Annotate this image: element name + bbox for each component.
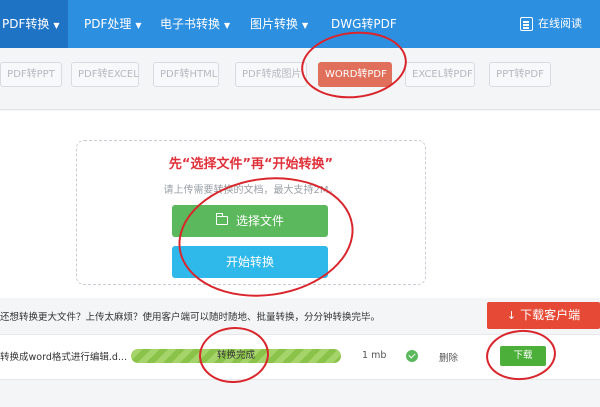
page-footer-space [0, 381, 600, 407]
client-info-text: 还想转换更大文件？上传太麻烦？使用客户端可以随时随地、批量转换，分分钟转换完毕。 [0, 312, 381, 323]
top-nav: PDF转换 ▼ PDF处理 ▼ 电子书转换 ▼ 图片转换 ▼ DWG转PDF 在线阅读 [0, 0, 600, 48]
download-button[interactable]: 下载 [500, 346, 546, 366]
upload-title: 先“选择文件”再“开始转换” [168, 157, 334, 172]
file-name: 转换成word格式进行编辑.d... [0, 352, 127, 363]
download-arrow-icon: ↓ [506, 309, 517, 322]
tab-excel-to-pdf[interactable]: EXCEL转PDF [405, 62, 475, 87]
start-convert-button[interactable]: 开始转换 [172, 246, 328, 278]
nav-item-label: DWG转PDF [331, 17, 397, 31]
online-read-label: 在线阅读 [538, 17, 582, 30]
document-icon [520, 17, 533, 31]
nav-item-dwg-to-pdf[interactable]: DWG转PDF [331, 0, 397, 48]
page-root: PDF转换 ▼ PDF处理 ▼ 电子书转换 ▼ 图片转换 ▼ DWG转PDF 在线阅读 … [0, 0, 600, 407]
folder-icon [215, 213, 228, 225]
upload-hint: 请上传需要转换的文档，最大支持2M。 [163, 185, 339, 196]
conversion-subtabs: PDF转PPT PDF转EXCEL PDF转HTML PDF转成图片 WORD转… [0, 48, 600, 110]
tab-pdf-to-excel[interactable]: PDF转EXCEL [71, 62, 139, 87]
check-icon [406, 350, 418, 362]
nav-item-image-convert[interactable]: 图片转换 ▼ [250, 0, 308, 48]
tab-word-to-pdf[interactable]: WORD转PDF [318, 62, 392, 87]
nav-item-pdf-convert[interactable]: PDF转换 ▼ [0, 0, 68, 48]
download-client-button[interactable]: ↓ 下载客户端 [487, 302, 600, 329]
tab-ppt-to-pdf[interactable]: PPT转PDF [489, 62, 551, 87]
tab-pdf-to-html[interactable]: PDF转HTML [153, 62, 219, 87]
chevron-down-icon: ▼ [53, 21, 60, 30]
delete-link[interactable]: 删除 [439, 350, 458, 364]
download-client-label: 下载客户端 [520, 308, 581, 322]
nav-item-label: 电子书转换 [160, 17, 221, 31]
tab-pdf-to-image[interactable]: PDF转成图片 [235, 62, 307, 87]
tab-pdf-to-ppt[interactable]: PDF转PPT [0, 62, 62, 87]
online-read-link[interactable]: 在线阅读 [520, 0, 582, 48]
progress-status: 转换完成 [216, 350, 255, 361]
select-file-label: 选择文件 [235, 214, 284, 228]
nav-item-label: PDF处理 [84, 17, 132, 31]
select-file-button[interactable]: 选择文件 [172, 205, 328, 237]
file-size: 1 mb [362, 350, 387, 361]
nav-item-ebook-convert[interactable]: 电子书转换 ▼ [160, 0, 230, 48]
chevron-down-icon: ▼ [224, 21, 231, 30]
chevron-down-icon: ▼ [302, 21, 309, 30]
chevron-down-icon: ▼ [135, 21, 142, 30]
nav-item-label: 图片转换 [250, 17, 299, 31]
nav-item-label: PDF转换 [2, 17, 50, 31]
nav-item-pdf-process[interactable]: PDF处理 ▼ [84, 0, 142, 48]
